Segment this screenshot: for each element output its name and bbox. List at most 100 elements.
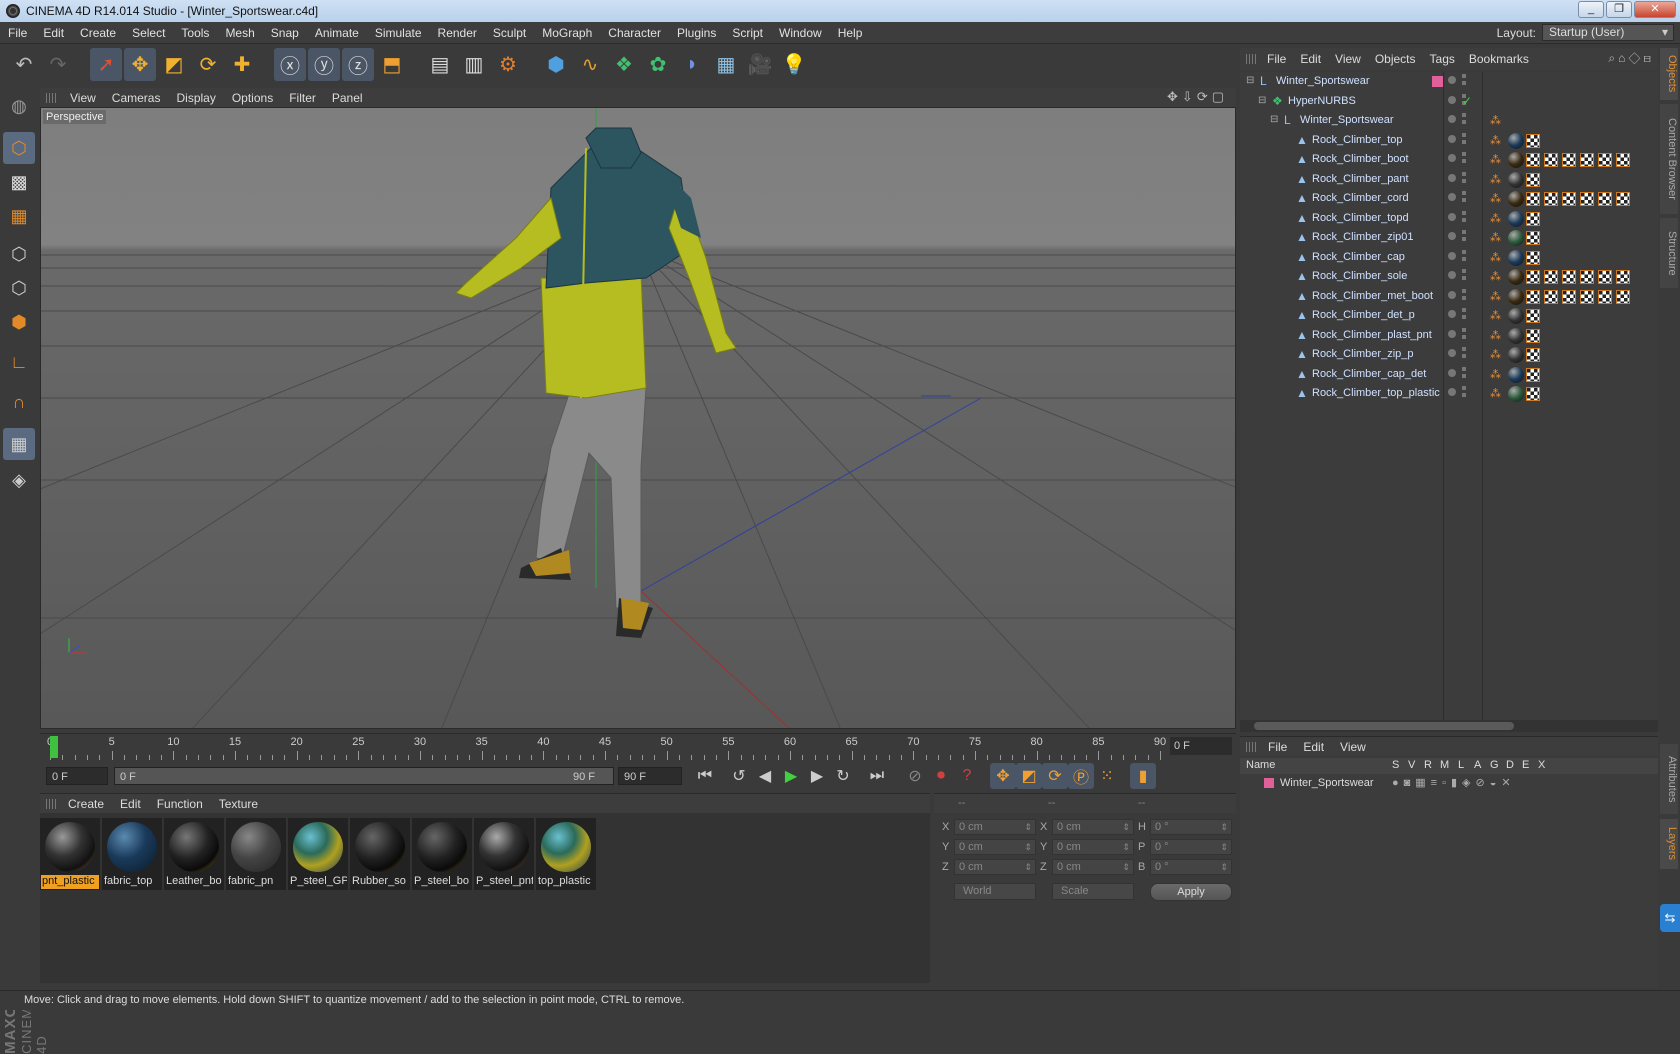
uvw-tag-icon[interactable] — [1598, 153, 1612, 167]
material-tag-icon[interactable] — [1508, 327, 1524, 344]
phong-tag-icon[interactable]: ⁂ — [1490, 173, 1502, 186]
object-menu-objects[interactable]: Objects — [1368, 52, 1423, 66]
layout-dropdown[interactable]: Startup (User) — [1542, 24, 1674, 41]
menu-help[interactable]: Help — [830, 26, 871, 40]
size-x-field[interactable]: 0 cm — [1052, 819, 1134, 835]
material-tag-icon[interactable] — [1508, 288, 1524, 305]
render-visibility-icon[interactable] — [1462, 113, 1466, 127]
viewport-menu-filter[interactable]: Filter — [281, 91, 324, 105]
material-tag-icon[interactable] — [1508, 347, 1524, 363]
viewport-menu-options[interactable]: Options — [224, 91, 281, 105]
move-tool-icon[interactable]: ✥ — [124, 48, 156, 81]
phong-tag-icon[interactable]: ⁂ — [1490, 192, 1502, 205]
render-visibility-icon[interactable] — [1462, 171, 1466, 186]
uvw-tag-icon[interactable] — [1616, 289, 1630, 304]
uvw-tag-icon[interactable] — [1526, 133, 1540, 148]
start-frame-field[interactable]: 0 F — [46, 767, 108, 785]
recent-tool-icon[interactable]: ✚ — [226, 48, 258, 81]
uvw-tag-icon[interactable] — [1598, 289, 1612, 304]
menu-plugins[interactable]: Plugins — [669, 26, 724, 40]
menu-script[interactable]: Script — [724, 26, 771, 40]
timeline-window-icon[interactable]: ▮ — [1130, 763, 1156, 789]
uvw-tag-icon[interactable] — [1616, 270, 1630, 284]
menu-select[interactable]: Select — [124, 26, 173, 40]
layer-col-solo[interactable]: S — [1392, 759, 1399, 771]
collapse-toggle-icon[interactable]: ⊟ — [1246, 75, 1254, 86]
next-key-icon[interactable]: ↻ — [830, 763, 856, 789]
array-icon[interactable]: ✿ — [642, 48, 674, 81]
timeline-ruler[interactable]: 051015202530354045505560657075808590 0 F — [40, 733, 1236, 760]
menu-mesh[interactable]: Mesh — [217, 26, 262, 40]
z-axis-lock-icon[interactable]: ⓩ — [342, 48, 374, 81]
phong-tag-icon[interactable]: ⁂ — [1490, 114, 1502, 127]
menu-snap[interactable]: Snap — [263, 26, 307, 40]
object-row[interactable]: ▲ Rock_Climber_sole ⁂ — [1240, 267, 1658, 287]
render-visibility-icon[interactable] — [1462, 366, 1466, 381]
previous-key-icon[interactable]: ↺ — [726, 763, 752, 789]
menu-file[interactable]: File — [0, 26, 35, 40]
position-z-field[interactable]: 0 cm — [954, 859, 1036, 875]
menu-edit[interactable]: Edit — [35, 26, 72, 40]
render-visibility-icon[interactable] — [1462, 386, 1466, 400]
uvw-tag-icon[interactable] — [1580, 270, 1594, 284]
layer-col-manager[interactable]: M — [1440, 759, 1449, 771]
rotate-tool-icon[interactable]: ⟳ — [192, 48, 224, 81]
layer-color-icon[interactable] — [1432, 76, 1443, 87]
uvw-tag-icon[interactable] — [1580, 289, 1594, 304]
visibility-dot-icon[interactable] — [1448, 193, 1456, 201]
phong-tag-icon[interactable]: ⁂ — [1490, 231, 1502, 244]
object-row[interactable]: ▲ Rock_Climber_cord ⁂ — [1240, 189, 1658, 209]
uvw-tag-icon[interactable] — [1544, 289, 1558, 304]
layer-col-deformers[interactable]: D — [1506, 759, 1514, 771]
visibility-dot-icon[interactable] — [1448, 232, 1456, 240]
object-row[interactable]: ▲ Rock_Climber_zip01 ⁂ — [1240, 228, 1658, 248]
texture-mode-icon[interactable]: ▩ — [3, 166, 35, 198]
object-menu-edit[interactable]: Edit — [1293, 52, 1328, 66]
object-menu-view[interactable]: View — [1328, 52, 1368, 66]
visibility-dot-icon[interactable] — [1448, 329, 1456, 338]
phong-tag-icon[interactable]: ⁂ — [1490, 368, 1502, 381]
menu-window[interactable]: Window — [771, 26, 830, 40]
uvw-tag-icon[interactable] — [1526, 289, 1540, 304]
object-row[interactable]: ⊟ L Winter_Sportswear ⁂ — [1240, 111, 1658, 131]
material-menu-edit[interactable]: Edit — [112, 797, 149, 811]
layer-color-swatch[interactable] — [1264, 778, 1274, 788]
teamviewer-icon[interactable]: ⇆ — [1660, 904, 1680, 932]
apply-button[interactable]: Apply — [1150, 883, 1232, 901]
material-tag-icon[interactable] — [1508, 230, 1524, 246]
deformer-icon[interactable]: ◗ — [676, 48, 708, 81]
material-swatch[interactable]: top_plastic — [536, 818, 596, 890]
uvw-tag-icon[interactable] — [1544, 192, 1558, 206]
uvw-tag-icon[interactable] — [1526, 192, 1540, 206]
layer-col-expressions[interactable]: E — [1522, 759, 1529, 771]
rotation-b-field[interactable]: 0 ° — [1150, 859, 1232, 875]
object-horizontal-scrollbar[interactable] — [1240, 720, 1658, 732]
cube-primitive-icon[interactable]: ⬢ — [540, 48, 572, 81]
position-y-field[interactable]: 0 cm — [954, 839, 1036, 855]
material-swatch[interactable]: fabric_pn — [226, 818, 286, 890]
soft-selection-icon[interactable]: ◈ — [3, 464, 35, 496]
menu-tools[interactable]: Tools — [173, 26, 217, 40]
render-visibility-icon[interactable] — [1462, 347, 1466, 361]
keyframe-selection-icon[interactable]: ? — [954, 763, 980, 789]
uvw-tag-icon[interactable] — [1562, 153, 1576, 167]
material-tag-icon[interactable] — [1508, 152, 1524, 168]
material-swatch[interactable]: pnt_plastic — [40, 818, 100, 890]
tab-structure[interactable]: Structure — [1660, 218, 1678, 288]
uvw-tag-icon[interactable] — [1580, 153, 1594, 167]
record-parameter-icon[interactable]: Ⓟ — [1068, 763, 1094, 789]
viewport-menu-panel[interactable]: Panel — [324, 91, 371, 105]
phong-tag-icon[interactable]: ⁂ — [1490, 329, 1502, 342]
visibility-dot-icon[interactable] — [1448, 251, 1456, 260]
object-row[interactable]: ▲ Rock_Climber_boot ⁂ — [1240, 150, 1658, 170]
object-menu-bookmarks[interactable]: Bookmarks — [1462, 52, 1536, 66]
workplane-lock-icon[interactable]: ▦ — [3, 428, 35, 460]
render-visibility-icon[interactable] — [1462, 288, 1466, 303]
previous-frame-icon[interactable]: ◀ — [752, 763, 778, 789]
collapse-toggle-icon[interactable]: ⊟ — [1258, 95, 1266, 106]
tab-objects[interactable]: Objects — [1660, 48, 1678, 100]
material-menu-texture[interactable]: Texture — [211, 797, 266, 811]
object-row[interactable]: ▲ Rock_Climber_met_boot ⁂ — [1240, 287, 1658, 307]
phong-tag-icon[interactable]: ⁂ — [1490, 387, 1502, 400]
material-menu-create[interactable]: Create — [60, 797, 112, 811]
